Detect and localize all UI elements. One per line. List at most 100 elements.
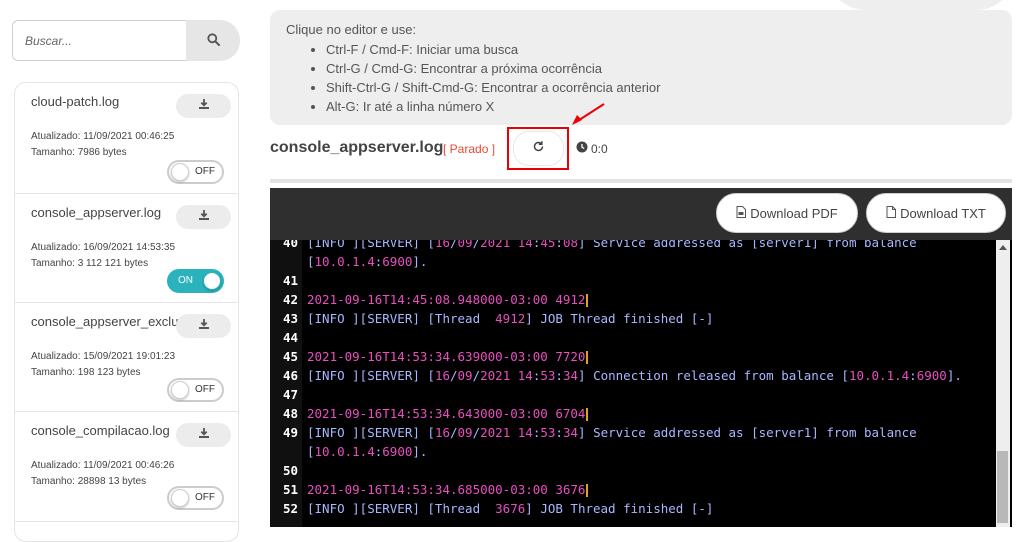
- download-pdf-button[interactable]: Download PDF: [716, 193, 858, 233]
- code-token: /: [472, 368, 481, 383]
- pdf-file-icon: [736, 205, 747, 221]
- annotation-arrow: [572, 103, 605, 125]
- editor-line: 48 2021-09-16T14:53:34.643000-03:00 6704: [270, 404, 990, 423]
- line-number: 51: [282, 482, 298, 497]
- toggle-label: OFF: [195, 492, 215, 503]
- code-token-highlight: 2021-09-16T14:45:08.948000-03:00 4912: [307, 292, 586, 307]
- code-token: ] JOB Thread finished [-]: [525, 501, 714, 516]
- code-token-highlight: 10.0.1.4: [314, 254, 375, 269]
- editor-line: 44: [270, 328, 990, 347]
- log-status: [ Parado ]: [443, 142, 496, 156]
- line-number: 46: [282, 368, 298, 383]
- code-token-highlight: 2021: [480, 425, 511, 440]
- top-decoration: [826, 0, 1016, 10]
- help-item: Shift-Ctrl-G / Shift-Cmd-G: Encontrar a …: [326, 78, 996, 97]
- download-file-button[interactable]: [176, 205, 231, 229]
- line-number: 50: [282, 463, 298, 478]
- tail-toggle[interactable]: OFF: [167, 486, 224, 510]
- line-code: 2021-09-16T14:53:34.643000-03:00 6704: [307, 404, 589, 423]
- annotation-box: [507, 127, 569, 170]
- code-token-highlight: 2021: [480, 368, 511, 383]
- code-token: [INFO ][SERVER] [Thread: [307, 501, 496, 516]
- line-code: [INFO ][SERVER] [Thread 3676] JOB Thread…: [307, 499, 713, 518]
- file-meta: Atualizado: 15/09/2021 19:01:23 Tamanho:…: [31, 349, 175, 381]
- code-token: ] Connection released from balance [: [578, 368, 849, 383]
- code-token: ].: [412, 444, 428, 459]
- file-updated: Atualizado: 11/09/2021 00:46:25: [31, 131, 175, 142]
- code-token: :: [555, 425, 563, 440]
- editor-line: 47: [270, 385, 990, 404]
- code-token: [: [307, 254, 315, 269]
- file-updated: Atualizado: 16/09/2021 14:53:35: [31, 242, 176, 253]
- line-number: 43: [282, 311, 298, 326]
- editor-line: 46 [INFO ][SERVER] [16/09/2021 14:53:34] …: [270, 366, 990, 385]
- code-token-highlight: 2021-09-16T14:53:34.639000-03:00 7720: [307, 349, 586, 364]
- code-token-highlight: 09: [457, 368, 473, 383]
- code-token-highlight: 14: [517, 425, 533, 440]
- code-token-highlight: 16: [434, 368, 450, 383]
- scroll-up-arrow[interactable]: [999, 245, 1007, 250]
- file-meta: Atualizado: 11/09/2021 00:46:25 Tamanho:…: [31, 129, 174, 161]
- line-number: 47: [282, 387, 298, 402]
- line-code: 2021-09-16T14:45:08.948000-03:00 4912: [307, 290, 589, 309]
- code-token: ].: [946, 368, 962, 383]
- clock-icon: [576, 141, 588, 156]
- keyboard-help: Clique no editor e use: Ctrl-F / Cmd-F: …: [270, 10, 1012, 125]
- file-list: cloud-patch.log Atualizado: 11/09/2021 0…: [14, 82, 239, 542]
- log-editor[interactable]: 40 [INFO ][SERVER] [16/09/2021 14:45:08] …: [270, 240, 1012, 527]
- code-token-highlight: 16: [434, 425, 450, 440]
- search-button[interactable]: [186, 20, 240, 61]
- text-cursor: [586, 408, 589, 421]
- file-item[interactable]: cloud-patch.log Atualizado: 11/09/2021 0…: [15, 83, 238, 194]
- file-item[interactable]: console_appserver.log Atualizado: 16/09/…: [15, 194, 238, 303]
- file-size: Tamanho: 7986 bytes: [31, 147, 127, 158]
- code-token-highlight: 34: [562, 425, 579, 440]
- code-token-highlight: 4912: [495, 311, 526, 326]
- line-number: 42: [282, 292, 298, 307]
- code-token: ] Service addressed as [server1] from ba…: [578, 425, 917, 440]
- download-file-button[interactable]: [176, 423, 231, 447]
- code-token-highlight: 14: [517, 368, 533, 383]
- tail-toggle[interactable]: OFF: [167, 160, 224, 184]
- text-cursor: [586, 351, 589, 364]
- line-code: [10.0.1.4:6900].: [307, 442, 427, 461]
- help-item: Alt-G: Ir até a linha número X: [326, 97, 996, 116]
- file-icon: [886, 205, 897, 221]
- download-icon: [198, 317, 210, 335]
- editor-line: 51 2021-09-16T14:53:34.685000-03:00 3676: [270, 480, 990, 499]
- download-txt-button[interactable]: Download TXT: [866, 193, 1006, 233]
- search-icon: [206, 32, 220, 49]
- scrollbar-thumb[interactable]: [997, 451, 1008, 523]
- file-item[interactable]: console_appserver_exclu Atualizado: 15/0…: [15, 303, 238, 412]
- file-name: console_appserver_exclu: [31, 314, 179, 329]
- line-code: [INFO ][SERVER] [16/09/2021 14:45:08] Se…: [307, 240, 917, 252]
- download-file-button[interactable]: [176, 94, 231, 118]
- tail-toggle[interactable]: ON: [167, 269, 224, 293]
- line-number: 45: [282, 349, 298, 364]
- toggle-label: OFF: [195, 166, 215, 177]
- code-token-highlight: 09: [457, 240, 473, 250]
- line-number: 49: [282, 425, 298, 440]
- code-token: :: [555, 240, 563, 250]
- file-item[interactable]: console_compilacao.log Atualizado: 11/09…: [15, 412, 238, 522]
- code-token-highlight: 2021-09-16T14:53:34.685000-03:00 3676: [307, 482, 586, 497]
- editor-line: 45 2021-09-16T14:53:34.639000-03:00 7720: [270, 347, 990, 366]
- line-number: 41: [282, 273, 298, 288]
- tail-toggle[interactable]: OFF: [167, 378, 224, 402]
- code-token-highlight: 34: [562, 368, 579, 383]
- code-token: [INFO ][SERVER] [: [307, 425, 435, 440]
- search-input[interactable]: [12, 20, 186, 61]
- code-token-highlight: 3676: [495, 501, 526, 516]
- toggle-label: ON: [178, 275, 193, 286]
- line-number: 48: [282, 406, 298, 421]
- toggle-knob: [171, 381, 189, 399]
- divider: [270, 179, 1012, 183]
- code-token: /: [450, 425, 458, 440]
- code-token-highlight: 2021-09-16T14:53:34.643000-03:00 6704: [307, 406, 586, 421]
- file-size: Tamanho: 28898 13 bytes: [31, 476, 147, 487]
- line-code: 2021-09-16T14:53:34.685000-03:00 3676: [307, 480, 589, 499]
- download-file-button[interactable]: [176, 314, 231, 338]
- code-token: [INFO ][SERVER] [Thread: [307, 311, 496, 326]
- code-token-highlight: 10.0.1.4: [848, 368, 910, 383]
